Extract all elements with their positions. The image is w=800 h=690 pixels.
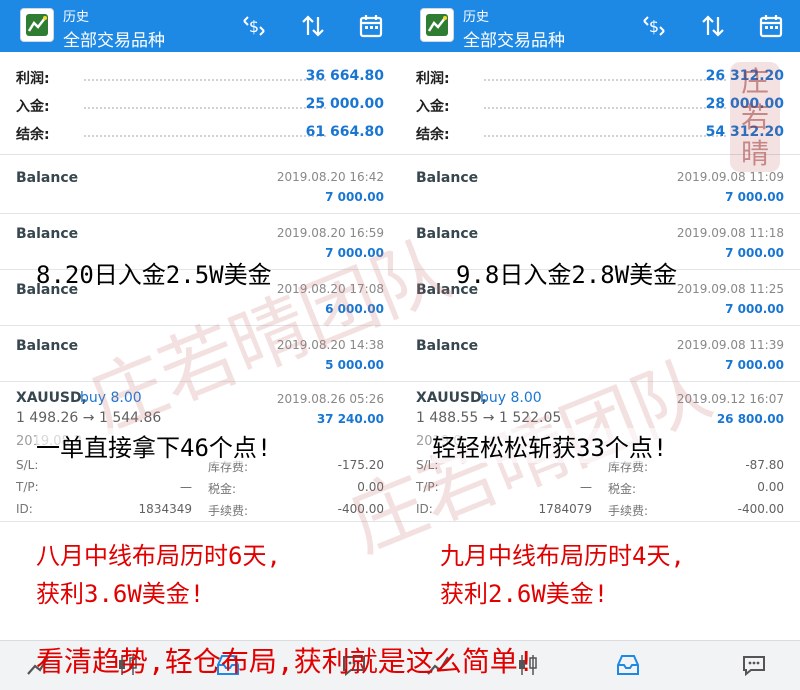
tax-label: 税金: xyxy=(608,482,637,496)
summary-row-balance: 结余: 61 664.80 xyxy=(0,124,400,146)
result-line1-right: 九月中线布局历时4天, xyxy=(440,542,685,570)
summary-label: 入金: xyxy=(16,99,50,115)
balance-entry[interactable]: Balance 2019.09.08 11:09 7 000.00 xyxy=(400,158,800,214)
tax-value: 0.00 xyxy=(757,480,784,494)
entry-date: 2019.08.20 16:42 xyxy=(276,170,384,184)
header-title: 全部交易品种 xyxy=(463,31,565,51)
tax-label: 税金: xyxy=(208,482,237,496)
summary-label: 利润: xyxy=(16,71,50,87)
entry-amount: 7 000.00 xyxy=(725,246,784,260)
trade-profit: 26 800.00 xyxy=(716,412,784,426)
trade-symbol: XAUUSD, xyxy=(416,390,487,406)
summary-value: 61 664.80 xyxy=(305,124,384,140)
result-line2-left: 获利3.6W美金! xyxy=(36,580,205,608)
inbox-icon[interactable] xyxy=(612,649,644,681)
trade-note-left: 一单直接拿下46个点! xyxy=(36,428,272,463)
entry-name: Balance xyxy=(416,338,479,354)
entry-amount: 7 000.00 xyxy=(725,190,784,204)
tp-label: T/P: xyxy=(16,480,39,494)
entry-date: 2019.09.08 11:18 xyxy=(676,226,784,240)
entry-name: Balance xyxy=(16,226,79,242)
summary-value: 36 664.80 xyxy=(305,68,384,84)
sort-icon[interactable] xyxy=(297,10,329,42)
dotted-leader xyxy=(84,135,326,137)
fee-value: -400.00 xyxy=(737,502,784,516)
summary-label: 利润: xyxy=(416,71,450,87)
dotted-leader xyxy=(484,135,726,137)
balance-entry[interactable]: Balance 2019.08.20 16:42 7 000.00 xyxy=(0,158,400,214)
summary-row-deposit: 入金: 25 000.00 xyxy=(0,96,400,118)
svg-text:$: $ xyxy=(649,17,659,36)
swap-value: -87.80 xyxy=(745,458,784,472)
result-line2-right: 获利2.6W美金! xyxy=(440,580,609,608)
deposit-note-right: 9.8日入金2.8W美金 xyxy=(456,261,678,289)
seal-stamp: 庄 若 晴 xyxy=(730,62,780,172)
result-line1-left: 八月中线布局历时6天, xyxy=(36,542,281,570)
calendar-icon[interactable] xyxy=(755,10,787,42)
header-title: 全部交易品种 xyxy=(63,31,165,51)
summary-label: 入金: xyxy=(416,99,450,115)
sort-icon[interactable] xyxy=(697,10,729,42)
entry-date: 2019.09.08 11:25 xyxy=(676,282,784,296)
svg-text:$: $ xyxy=(249,17,259,36)
chat-icon[interactable] xyxy=(738,649,770,681)
header-subtitle: 历史 xyxy=(463,10,490,25)
currency-exchange-icon[interactable]: $ xyxy=(238,10,270,42)
slogan-banner: 看清趋势,轻仓布局,获利就是这么简单! xyxy=(36,645,535,678)
entry-date: 2019.09.08 11:39 xyxy=(676,338,784,352)
id-value: 1834349 xyxy=(138,502,192,516)
app-bar: 历史 全部交易品种 $ xyxy=(400,0,800,52)
seal-char: 庄 xyxy=(740,65,769,98)
calendar-icon[interactable] xyxy=(355,10,387,42)
fee-label: 手续费: xyxy=(208,504,249,518)
dotted-leader xyxy=(484,79,726,81)
entry-amount: 7 000.00 xyxy=(725,302,784,316)
dotted-leader xyxy=(484,107,726,109)
app-logo-icon[interactable] xyxy=(420,8,454,42)
summary-value: 25 000.00 xyxy=(305,96,384,112)
entry-amount: 7 000.00 xyxy=(325,190,384,204)
deposit-note-left: 8.20日入金2.5W美金 xyxy=(36,261,272,289)
id-value: 1784079 xyxy=(538,502,592,516)
id-label: ID: xyxy=(16,502,33,516)
app-logo-icon[interactable] xyxy=(20,8,54,42)
dotted-leader xyxy=(84,79,326,81)
summary-row-profit: 利润: 36 664.80 xyxy=(0,68,400,90)
currency-exchange-icon[interactable]: $ xyxy=(638,10,670,42)
trade-note-right: 轻轻松松斩获33个点! xyxy=(432,428,668,463)
seal-char: 若 xyxy=(740,101,769,134)
entry-name: Balance xyxy=(16,338,79,354)
trade-symbol: XAUUSD, xyxy=(16,390,87,406)
dotted-leader xyxy=(84,107,326,109)
entry-date: 2019.09.08 11:09 xyxy=(676,170,784,184)
header-subtitle: 历史 xyxy=(63,10,90,25)
entry-amount: 7 000.00 xyxy=(725,358,784,372)
summary-label: 结余: xyxy=(416,127,450,143)
fee-label: 手续费: xyxy=(608,504,649,518)
entry-name: Balance xyxy=(416,170,479,186)
app-bar: 历史 全部交易品种 $ xyxy=(0,0,400,52)
entry-name: Balance xyxy=(16,170,79,186)
trade-close-date: 2019.08.26 05:26 xyxy=(276,392,384,406)
trade-profit: 37 240.00 xyxy=(316,412,384,426)
summary-label: 结余: xyxy=(16,127,50,143)
tp-value: — xyxy=(180,480,192,494)
